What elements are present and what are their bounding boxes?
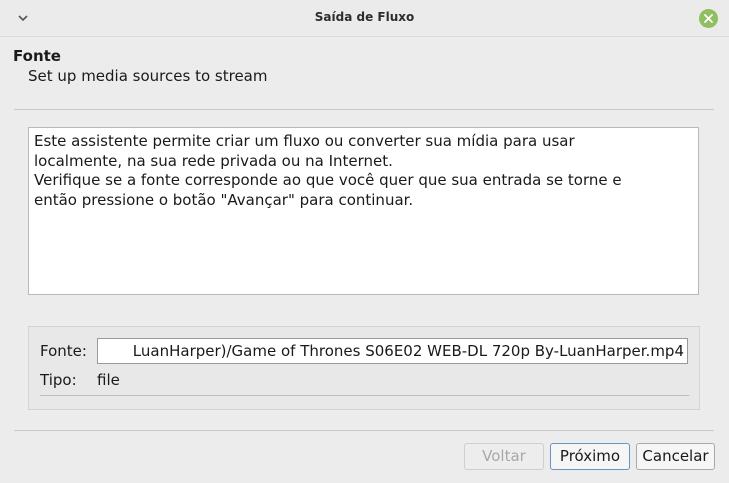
source-input[interactable]: LuanHarper)/Game of Thrones S06E02 WEB-D…	[97, 338, 688, 364]
cancel-button[interactable]: Cancelar	[636, 443, 715, 470]
description-line: então pressione o botão "Avançar" para c…	[34, 190, 414, 209]
description-line: Este assistente permite criar um fluxo o…	[34, 132, 575, 150]
next-button[interactable]: Próximo	[550, 443, 630, 470]
title-bar: Saída de Fluxo	[0, 0, 729, 37]
footer-divider	[14, 430, 714, 431]
page-title: Fonte	[13, 47, 61, 65]
page-subtitle: Set up media sources to stream	[28, 67, 268, 85]
group-divider	[40, 395, 689, 396]
back-button[interactable]: Voltar	[464, 443, 544, 470]
type-value: file	[97, 371, 120, 389]
header-divider	[14, 109, 714, 110]
source-input-value: LuanHarper)/Game of Thrones S06E02 WEB-D…	[132, 342, 684, 360]
type-label: Tipo:	[40, 371, 77, 389]
description-line: localmente, na sua rede privada ou na In…	[34, 151, 393, 170]
close-icon[interactable]	[699, 9, 718, 28]
description-text-box: Este assistente permite criar um fluxo o…	[28, 127, 699, 295]
window-title: Saída de Fluxo	[314, 10, 415, 24]
description-line: Verifique se a fonte corresponde ao que …	[34, 171, 622, 189]
source-label: Fonte:	[40, 342, 87, 360]
